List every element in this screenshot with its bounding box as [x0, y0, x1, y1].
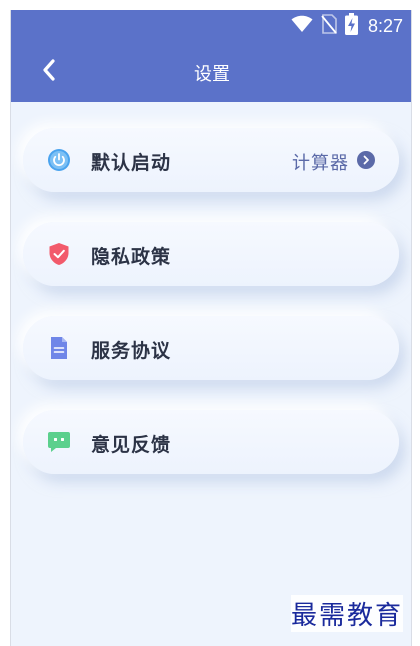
wifi-icon: [291, 15, 313, 37]
power-icon: [47, 148, 71, 172]
menu-item-default-launch[interactable]: 默认启动 计算器: [23, 128, 399, 192]
menu-item-label: 意见反馈: [91, 434, 172, 456]
battery-charging-icon: [344, 13, 358, 39]
menu-item-label: 隐私政策: [91, 246, 172, 268]
shield-check-icon: [47, 242, 71, 266]
nav-bar: 设置: [11, 50, 411, 94]
settings-list: 默认启动 计算器 隐私政策 服务协议 意见反馈: [23, 128, 399, 504]
chat-bubble-icon: [47, 430, 71, 454]
menu-item-privacy-policy[interactable]: 隐私政策: [23, 222, 399, 286]
chevron-right-icon: [357, 151, 375, 169]
document-icon: [47, 336, 71, 360]
menu-item-label: 服务协议: [91, 340, 172, 362]
status-bar: 8:27: [291, 13, 403, 39]
watermark-text: 最需教育: [290, 595, 403, 632]
status-time: 8:27: [367, 15, 403, 36]
menu-item-feedback[interactable]: 意见反馈: [23, 410, 399, 474]
default-launch-value: 计算器: [292, 153, 349, 174]
no-sim-icon: [321, 14, 337, 38]
menu-item-service-agreement[interactable]: 服务协议: [23, 316, 399, 380]
app-bar: 8:27 设置: [11, 10, 411, 102]
menu-item-label: 默认启动: [91, 152, 172, 174]
page-title: 设置: [194, 64, 230, 85]
phone-screen: 8:27 设置 默认启动 计算器 隐私政策 服务协议 意见反馈 最需教育: [10, 10, 412, 646]
